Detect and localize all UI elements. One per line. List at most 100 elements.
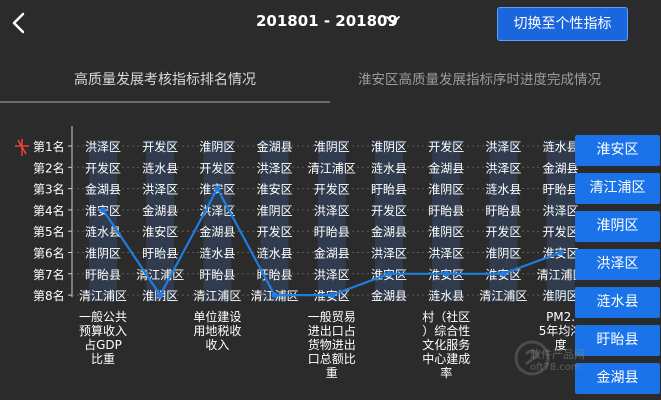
rank-cell: 涟水县 [257, 246, 293, 261]
rank-cell: 洪泽区 [257, 161, 293, 175]
tab-ranking[interactable]: 高质量发展考核指标排名情况 [0, 60, 330, 104]
rank-cell: 洪泽区 [314, 204, 350, 218]
rank-cell: 淮阴区 [543, 289, 579, 303]
rank-cell: 涟水县 [85, 224, 121, 239]
switch-indicator-button[interactable]: 切换至个性指标 [497, 7, 628, 41]
back-arrow-icon[interactable] [6, 10, 32, 36]
district-button[interactable]: 洪泽区 [575, 249, 660, 280]
rank-cell: 清江浦区 [308, 161, 356, 175]
district-button[interactable]: 淮阴区 [575, 211, 660, 242]
period-range[interactable]: 201801 - 201809 [256, 12, 398, 30]
y-tick-label: 第5名 [33, 224, 65, 239]
rank-cell: 开发区 [142, 139, 178, 154]
rank-cell: 洪泽区 [371, 247, 407, 261]
y-tick-label: 第8名 [33, 288, 65, 303]
district-button[interactable]: 金湖县 [575, 363, 660, 394]
rank-cell: 开发区 [314, 182, 350, 197]
rank-cell: 开发区 [485, 224, 521, 239]
x-indicator-label: 占GDP [84, 337, 122, 352]
series-point [271, 292, 278, 299]
rank-cell: 涟水县 [199, 246, 235, 261]
x-indicator-label: 村（社区 [422, 309, 470, 324]
rank-cell: 涟水县 [485, 182, 521, 197]
x-indicator-label: 货物进出 [308, 337, 356, 352]
rank-cell: 金湖县 [85, 182, 121, 197]
x-indicator-label: 文化服务 [422, 337, 470, 352]
rank-cell: 淮阴区 [428, 225, 464, 239]
rank-cell: 淮阴区 [199, 140, 235, 154]
series-point [214, 185, 221, 192]
rank-cell: 洪泽区 [85, 140, 121, 154]
rank-cell: 开发区 [199, 160, 235, 175]
tab-progress[interactable]: 淮安区高质量发展指标序时进度完成情况 [340, 60, 661, 104]
rank-cell: 开发区 [428, 139, 464, 154]
rank-cell: 盱眙县 [485, 204, 521, 218]
x-indicator-label: 预算收入 [79, 323, 127, 338]
district-list: 淮安区清江浦区淮阴区洪泽区涟水县盱眙县金湖县 [575, 128, 661, 400]
rank-cell: 淮阴区 [257, 204, 293, 218]
x-indicator-label: 收入 [205, 338, 229, 352]
x-indicator-label: 率 [440, 365, 452, 380]
rank-cell: 金湖县 [314, 246, 350, 261]
series-point [443, 270, 450, 277]
rank-cell: 盱眙县 [199, 268, 235, 282]
rank-cell: 涟水县 [142, 160, 178, 175]
rank-cell: 盱眙县 [142, 247, 178, 261]
rank-cell: 淮阴区 [428, 183, 464, 197]
x-indicator-label: 度 [555, 337, 567, 352]
rank-cell: 洪泽区 [485, 140, 521, 154]
rank-cell: 清江浦区 [79, 289, 127, 303]
rank-cell: 淮阴区 [485, 247, 521, 261]
y-tick-label: 第2名 [33, 160, 65, 175]
rank-cell: 金湖县 [199, 224, 235, 239]
ranking-chart: 第1名第2名第3名第4名第5名第6名第7名第8名洪泽区开发区金湖县淮安区涟水县淮… [33, 126, 585, 380]
series-point [100, 206, 106, 213]
rank-cell: 盱眙县 [371, 183, 407, 197]
x-indicator-label: ）综合性 [422, 323, 470, 338]
rank-cell: 开发区 [85, 160, 121, 175]
rank-cell: 洪泽区 [428, 247, 464, 261]
rank-cell: 洪泽区 [543, 204, 579, 218]
rank-cell: 淮阴区 [85, 247, 121, 261]
x-indicator-label: 进出口占 [308, 323, 356, 338]
district-button[interactable]: 盱眙县 [575, 325, 660, 356]
x-indicator-label: 一般公共 [79, 309, 127, 324]
rank-cell: 淮安区 [257, 182, 293, 197]
y-tick-label: 第1名 [33, 139, 65, 154]
x-indicator-label: 一般贸易 [308, 309, 356, 324]
rank-cell: 金湖县 [142, 203, 178, 218]
series-point [157, 292, 164, 299]
rank-cell: 金湖县 [257, 139, 293, 154]
rank-cell: 洪泽区 [314, 268, 350, 282]
rank-cell: 洪泽区 [485, 161, 521, 175]
series-point [386, 270, 392, 277]
series-point [557, 249, 564, 256]
district-button[interactable]: 淮安区 [575, 135, 660, 166]
x-indicator-label: 口总额比 [308, 352, 356, 366]
district-button[interactable]: 涟水县 [575, 287, 660, 318]
top-bar: 201801 - 201809 切换至个性指标 [0, 0, 661, 48]
rank-cell: 涟水县 [543, 139, 579, 154]
rank-cell: 盱眙县 [428, 204, 464, 218]
rank-cell: 开发区 [257, 224, 293, 239]
rank-cell: 金湖县 [543, 160, 579, 175]
y-tick-label: 第4名 [33, 203, 65, 218]
y-tick-label: 第6名 [33, 246, 65, 261]
chevron-down-icon[interactable] [384, 11, 402, 29]
rank-cell: 淮阴区 [314, 140, 350, 154]
rank-cell: 淮安区 [142, 224, 178, 239]
rank-cell: 开发区 [371, 203, 407, 218]
y-tick-label: 第3名 [33, 182, 65, 197]
rank-cell: 淮阴区 [371, 140, 407, 154]
rank-cell: 金湖县 [428, 160, 464, 175]
rank-cell: 金湖县 [371, 288, 407, 303]
rank-cell: 洪泽区 [142, 183, 178, 197]
rank-cell: 清江浦区 [193, 289, 241, 303]
rank-cell: 盱眙县 [543, 183, 579, 197]
series-point [500, 270, 507, 277]
x-indicator-label: 重 [326, 366, 338, 380]
district-button[interactable]: 清江浦区 [575, 173, 660, 204]
rank-cell: 清江浦区 [479, 289, 527, 303]
x-indicator-label: 单位建设 [193, 309, 241, 324]
rank-cell: 盱眙县 [314, 225, 350, 239]
